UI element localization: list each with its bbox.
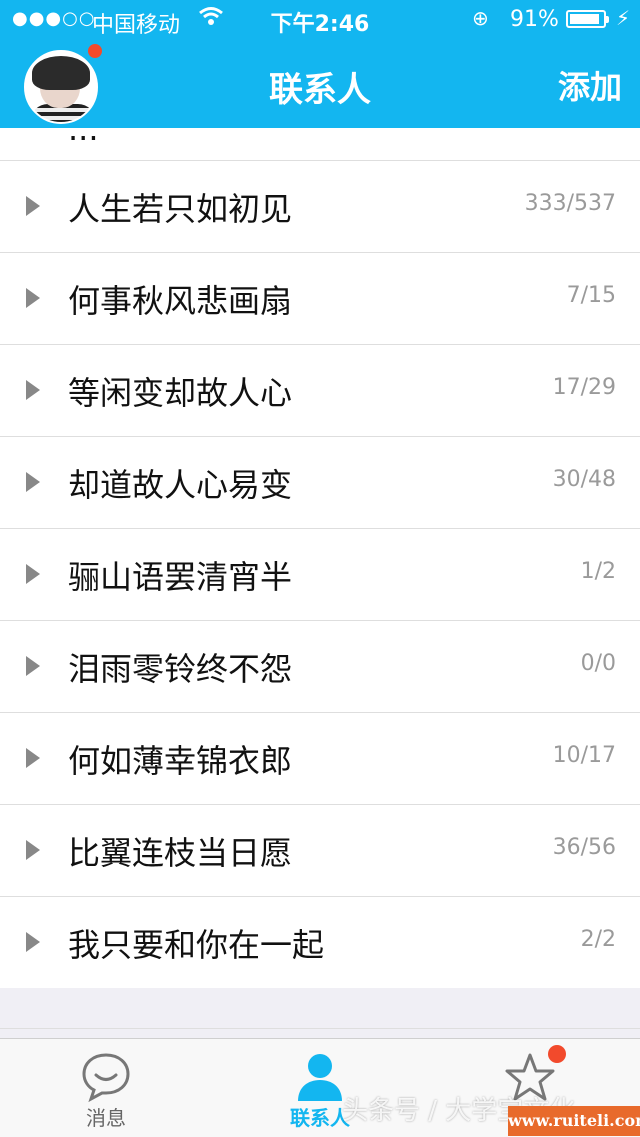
online-count: 2/2 [580,927,616,952]
group-name: 何事秋风悲画扇 [68,282,293,320]
list-item-partial[interactable]: ... [0,128,640,161]
online-count: 333/537 [524,191,616,216]
watermark-url: www.ruiteli.com [508,1106,640,1136]
group-name: 等闲变却故人心 [68,374,293,412]
status-bar: ●●●○○ 中国移动 下午2:46 ⊕ 91% ⚡ [0,0,640,40]
list-item[interactable]: 骊山语罢清宵半 1/2 [0,528,640,621]
expand-arrow-icon [26,656,40,676]
list-item[interactable]: 比翼连枝当日愿 36/56 [0,804,640,897]
battery-icon [566,10,609,28]
group-name: 骊山语罢清宵半 [68,558,293,596]
expand-arrow-icon [26,748,40,768]
online-count: 1/2 [580,559,616,584]
online-count: 36/56 [552,835,616,860]
group-name: 何如薄幸锦衣郎 [68,742,293,780]
tab-messages[interactable]: 消息 [6,1039,206,1137]
expand-arrow-icon [26,932,40,952]
header-bar: ●●●○○ 中国移动 下午2:46 ⊕ 91% ⚡ 联系人 添加 [0,0,640,128]
online-count: 10/17 [552,743,616,768]
online-count: 0/0 [580,651,616,676]
rotation-lock-icon: ⊕ [472,6,489,30]
expand-arrow-icon [26,840,40,860]
list-item[interactable]: 何事秋风悲画扇 7/15 [0,252,640,345]
expand-arrow-icon [26,380,40,400]
list-item[interactable]: 等闲变却故人心 17/29 [0,344,640,437]
group-name: 泪雨零铃终不怨 [68,650,293,688]
group-name: 人生若只如初见 [68,190,293,228]
charging-icon: ⚡ [616,6,631,30]
expand-arrow-icon [26,472,40,492]
battery-percent: 91% [510,7,559,32]
list-footer-spacer [0,988,640,1029]
expand-arrow-icon [26,196,40,216]
list-item[interactable]: 我只要和你在一起 2/2 [0,896,640,989]
group-name: ... [68,128,99,148]
list-item[interactable]: 却道故人心易变 30/48 [0,436,640,529]
online-count: 17/29 [552,375,616,400]
expand-arrow-icon [26,288,40,308]
contact-group-list: ... 人生若只如初见 333/537 何事秋风悲画扇 7/15 等闲变却故人心 17/2… [0,128,640,989]
group-name: 比翼连枝当日愿 [68,834,293,872]
page-title: 联系人 [269,70,371,110]
chat-bubble-icon [82,1053,130,1103]
notification-badge [548,1045,566,1063]
add-button[interactable]: 添加 [558,62,622,108]
person-icon [298,1054,342,1101]
group-name: 我只要和你在一起 [68,926,325,964]
expand-arrow-icon [26,564,40,584]
list-item[interactable]: 何如薄幸锦衣郎 10/17 [0,712,640,805]
group-name: 却道故人心易变 [68,466,293,504]
online-count: 7/15 [566,283,616,308]
tab-label: 消息 [86,1106,126,1130]
unread-badge [86,42,104,60]
online-count: 30/48 [552,467,616,492]
list-item[interactable]: 泪雨零铃终不怨 0/0 [0,620,640,713]
list-item[interactable]: 人生若只如初见 333/537 [0,160,640,253]
